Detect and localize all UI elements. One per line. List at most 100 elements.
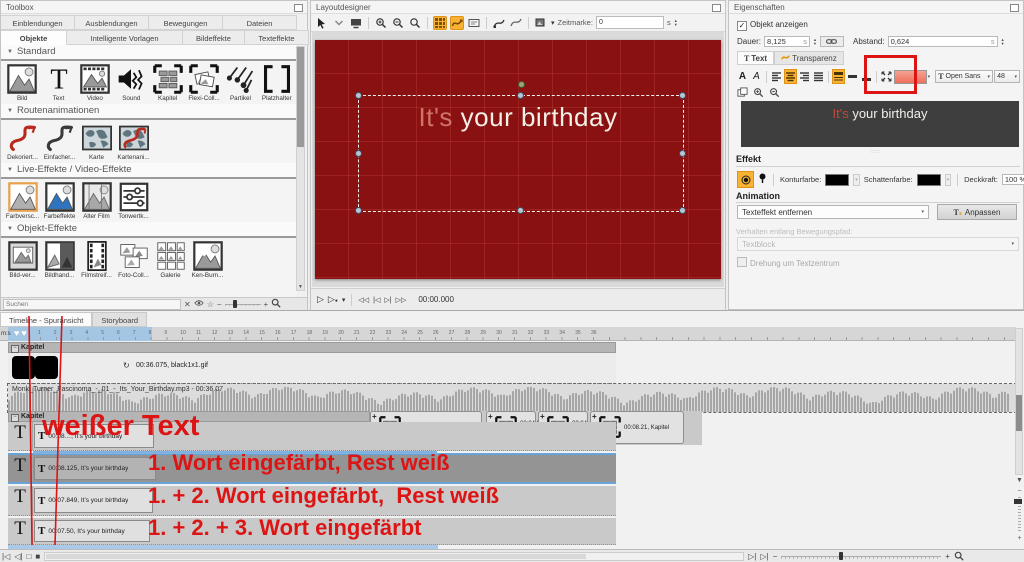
curve-toggle-icon[interactable] [450,16,464,30]
toolbox-tab-bewegungen[interactable]: Bewegungen [149,15,223,30]
selection-handle[interactable] [355,92,362,99]
audio-track[interactable]: Monk_Turner_Fascinoma_-_01_-_Its_Your_Bi… [8,384,1016,412]
toolbox-item-sound[interactable]: Sound [113,64,149,102]
toolbox-tab-objekte[interactable]: Objekte [1,30,67,45]
dauer-input[interactable]: 8,125s [764,36,810,47]
toolbox-tab-ausblendungen[interactable]: Ausblendungen [75,15,149,30]
monitor-icon[interactable] [349,16,363,30]
toolbox-item-tonwertk[interactable]: Tonwertk... [115,182,152,220]
timeline-ruler[interactable]: m:s ♥♥ 123456789101112131415161718192021… [0,327,1016,341]
tl-zoom-minus[interactable]: − [773,552,778,561]
selection-handle[interactable] [679,207,686,214]
collapse-section-icon[interactable]: ▼ [7,108,13,114]
timeline-vscroll-thumb[interactable] [1016,395,1022,431]
text-item[interactable]: T00:07.50, It's your birthday [34,520,150,542]
toolbox-item-alter-film[interactable]: Alter Film [78,182,115,220]
italic-button[interactable]: A [750,69,763,84]
schattenfarbe-swatch[interactable] [917,174,941,186]
dauer-spinner[interactable]: ▲▼ [813,38,817,46]
toolbox-item-text[interactable]: TText [40,64,76,102]
play-from-marker-button[interactable]: ▷● [328,294,338,305]
tab-transparenz[interactable]: Transparenz [774,51,844,65]
tab-text[interactable]: T Text [737,51,774,65]
collapse-section-icon[interactable]: ▼ [7,167,13,173]
black1x1-thumbnail[interactable] [12,356,35,379]
thumbnail-size-slider[interactable] [225,300,261,309]
black1x1-label[interactable]: 00:36.075, black1x1.gif [136,362,208,369]
align-left-button[interactable] [770,69,783,84]
abstand-spinner[interactable]: ▲▼ [1001,38,1005,46]
align-center-button[interactable] [784,69,797,84]
step-back-button[interactable]: |◁ [373,296,380,304]
collapse-track2-icon[interactable]: − [11,414,19,422]
toolbox-tab-texteffekte[interactable]: Texteffekte [245,30,309,45]
step-forward-button[interactable]: ▷| [384,296,391,304]
expand-chapter-icon[interactable]: + [372,412,377,421]
tl-magnifier-icon[interactable] [954,551,964,562]
timeline-vertical-scrollbar[interactable] [1015,328,1023,475]
toolbox-item-foto-coll[interactable]: Foto-Coll... [115,241,152,279]
zoom-in-plus[interactable]: + [264,299,269,310]
timeline-zoom-slider[interactable] [781,552,941,561]
selection-handle[interactable] [355,207,362,214]
toolbox-tab-intelligente-vorlagen[interactable]: Intelligente Vorlagen [67,30,183,45]
toolbox-item-karte[interactable]: Karte [78,123,115,161]
selection-box[interactable] [358,95,684,212]
toolbox-item-platzhalter[interactable]: Platzhalter [259,64,295,102]
solid-frame-icon[interactable]: ■ [35,552,40,561]
toolbox-item-kapitel[interactable]: Kapitel [150,64,186,102]
text-item[interactable]: T00:08…, It's your birthday [34,424,154,448]
rotation-handle[interactable] [518,81,525,88]
font-color-dropdown-icon[interactable]: ▾ [928,74,931,80]
collapse-section-icon[interactable]: ▼ [7,226,13,232]
slide-stage[interactable]: It's your birthday [315,40,721,279]
konturfarbe-swatch[interactable] [825,174,849,186]
abstand-input[interactable]: 0,624s [888,36,998,47]
expand-chapter-icon[interactable]: + [592,412,597,421]
track1-header[interactable]: − Kapitel [8,342,616,353]
gradient-mode-icon[interactable] [758,173,767,186]
tab-timeline-spuransicht[interactable]: Timeline - Spuransicht [0,312,92,327]
toolbox-item-einfacher[interactable]: Einfacher... [41,123,78,161]
font-color-swatch[interactable] [894,70,927,84]
valign-top-button[interactable] [832,69,845,84]
solid-color-mode-icon[interactable] [737,171,754,188]
zoom-fit-icon[interactable] [408,16,422,30]
eye-icon[interactable] [194,299,204,310]
skip-start-button[interactable]: ◁◁ [358,296,369,304]
text-row[interactable]: TT00:08.125, It's your birthday [8,453,616,484]
font-size-combo[interactable]: 48▾ [994,70,1020,83]
goto-prev-icon[interactable]: ◁| [14,552,22,561]
toolbox-item-galerie[interactable]: Galerie [152,241,189,279]
section-header-live-effekte-video-effekte[interactable]: ▼Live-Effekte / Video-Effekte [1,163,297,179]
toolbox-item-filmstreif[interactable]: Filmstreif... [78,241,115,279]
selection-handle[interactable] [517,207,524,214]
tl-zoom-plus[interactable]: + [945,552,950,561]
path-edit-icon[interactable] [509,16,523,30]
collapse-track1-icon[interactable]: − [11,345,19,353]
skip-forward2-icon[interactable]: ▷| [760,552,768,561]
bold-button[interactable]: A [736,69,749,84]
align-right-button[interactable] [798,69,811,84]
toolbox-tab-bildeffekte[interactable]: Bildeffekte [183,30,245,45]
schattenfarbe-dropdown-icon[interactable]: ▾ [945,174,952,186]
path-add-icon[interactable] [492,16,506,30]
collapse-section-icon[interactable]: ▼ [7,49,13,55]
toolbox-item-kartenani[interactable]: Kartenani... [115,123,152,161]
skip-forward-icon[interactable]: ▷| [748,552,756,561]
toolbox-item-dekoriert[interactable]: Dekoriert... [4,123,41,161]
splitter-grip[interactable]: :::: [871,149,881,155]
tl-vertical-zoom-thumb[interactable] [1014,499,1022,504]
dropdown-icon[interactable]: ▾ [551,19,555,27]
toolbox-item-partikel[interactable]: Partikel [222,64,258,102]
toolbox-item-bild[interactable]: Bild [4,64,40,102]
show-object-checkbox[interactable]: ✓ [737,21,747,31]
zoom-in-icon[interactable] [374,16,388,30]
toolbox-item-ken-burn[interactable]: Ken-Burn... [189,241,226,279]
toolbox-minimize-icon[interactable] [294,4,303,12]
section-header-objekt-effekte[interactable]: ▼Objekt-Effekte [1,222,297,238]
selection-handle[interactable] [679,150,686,157]
deckkraft-input[interactable]: 100 % [1002,174,1024,185]
anpassen-button[interactable]: Tx Anpassen [937,204,1017,220]
timeline-hscroll-thumb[interactable] [46,554,586,559]
